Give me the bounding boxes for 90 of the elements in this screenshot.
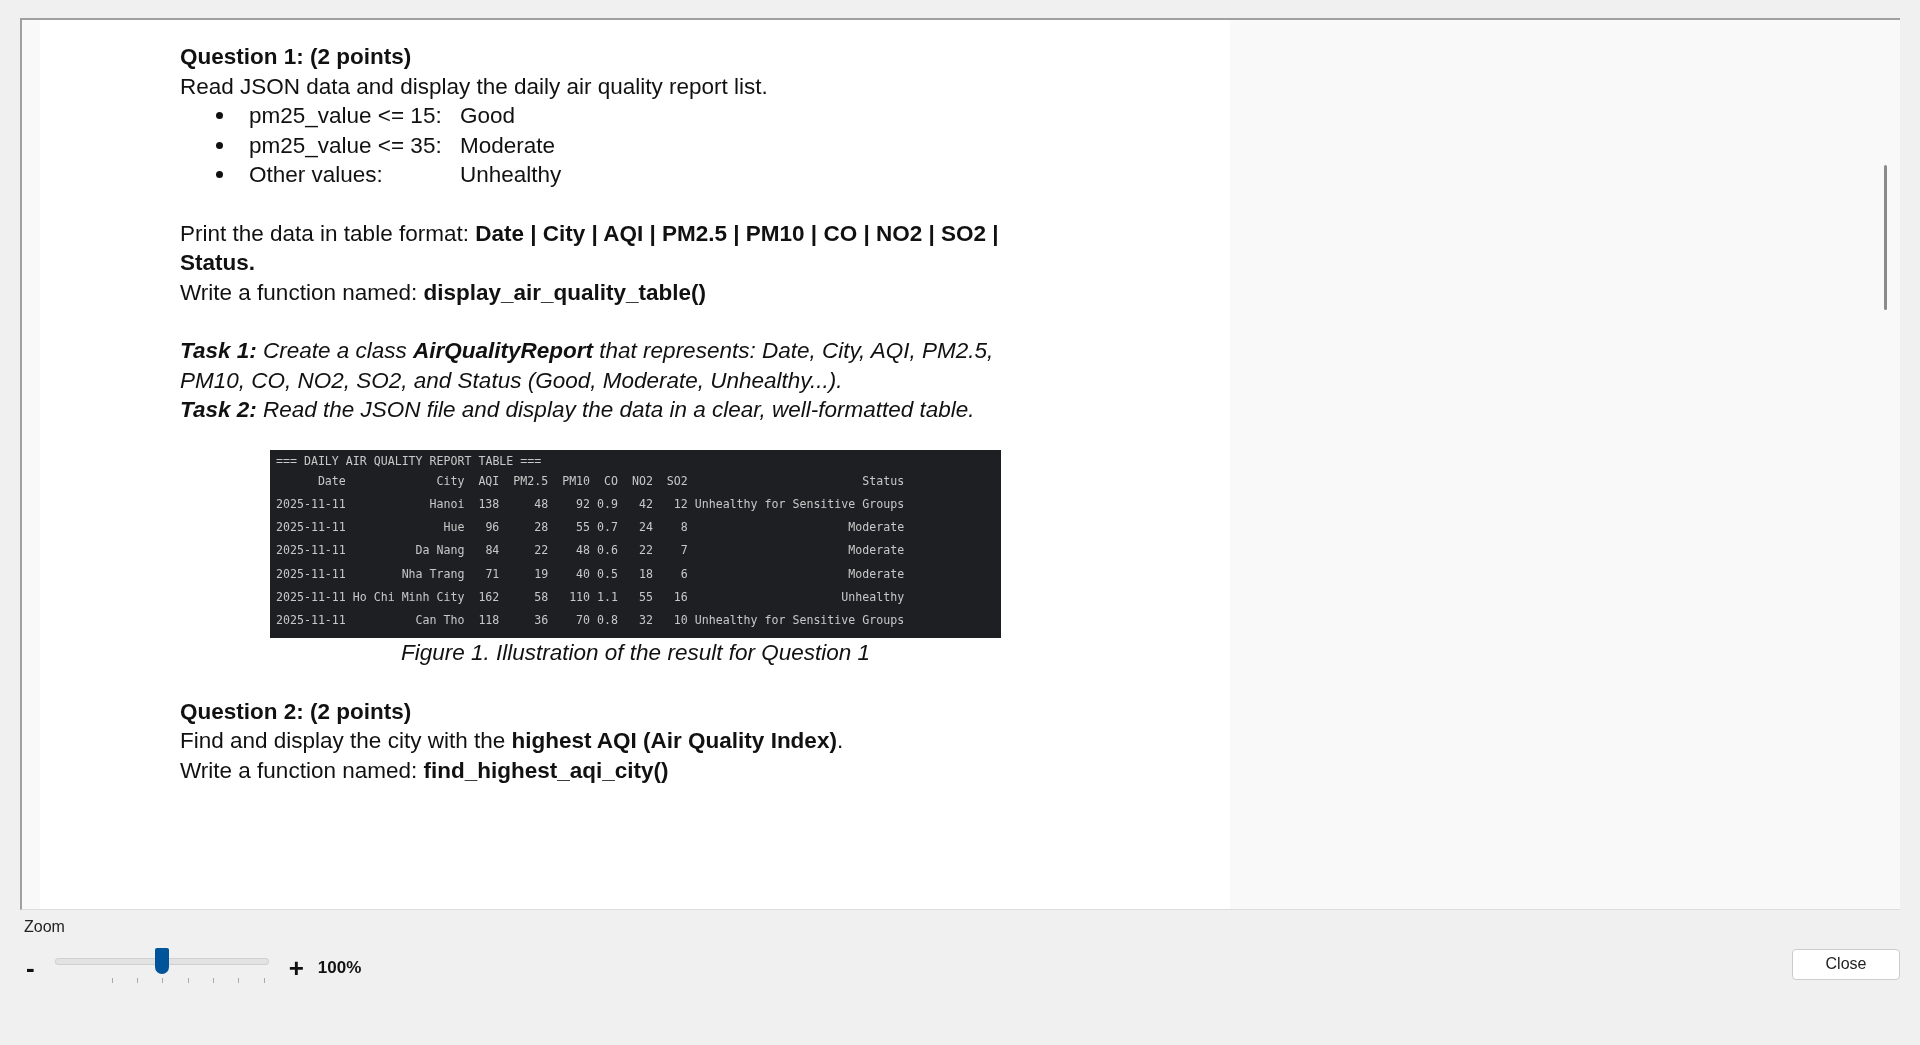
console-header: CO	[603, 472, 618, 490]
console-header: Status	[861, 472, 905, 490]
console-cell-text: 0.7	[596, 519, 618, 537]
console-cell-text: 84	[484, 542, 500, 560]
console-cell-text: 110	[568, 589, 591, 606]
console-cell-text: Moderate	[847, 565, 905, 583]
console-header: SO2	[665, 472, 688, 490]
console-cell-text: 162	[477, 589, 500, 606]
figure-caption: Figure 1. Illustration of the result for Question 1	[400, 638, 871, 667]
console-cell-text: Hue	[442, 519, 465, 537]
console-cell-text: 18	[637, 565, 653, 583]
console-cell-text: 7	[679, 542, 688, 560]
rule-result: Unhealthy	[460, 161, 562, 189]
console-header: PM2.5	[512, 472, 549, 490]
console-cell-text: 48	[575, 542, 591, 560]
console-cell-text: 55	[637, 589, 653, 606]
scrollbar-thumb[interactable]	[1884, 165, 1887, 310]
console-cell-text: Unhealthy for Sensitive Groups	[693, 495, 905, 513]
bullet-icon	[216, 112, 223, 120]
console-cell-text: 2025-11-11	[276, 495, 346, 513]
console-header: AQI	[477, 472, 500, 490]
console-cell-text: 138	[477, 495, 500, 513]
console-cell-text: Ho Chi Minh City	[351, 589, 465, 606]
console-cell-text: 28	[533, 519, 549, 537]
console-cell-text: Can Tho	[414, 612, 465, 630]
console-cell-text: 2025-11-11	[276, 612, 346, 630]
console-cell-text: 71	[484, 565, 500, 583]
console-cell-text: 22	[637, 542, 653, 560]
console-header: NO2	[630, 472, 653, 490]
console-cell-text: 12	[672, 495, 688, 513]
console-cell-text: 92	[575, 495, 591, 513]
close-button[interactable]: Close	[1792, 948, 1900, 980]
bullet-icon	[216, 171, 223, 179]
paragraph: Find and display the city with the highest AQI (Air Quality Index).	[180, 727, 845, 755]
console-cell-text: 2025-11-11	[276, 542, 346, 560]
slider-thumb[interactable]	[154, 948, 169, 974]
console-cell-text: 6	[679, 565, 688, 583]
console-cell-text: Unhealthy for Sensitive Groups	[693, 612, 905, 630]
console-cell-text: Da Nang	[414, 542, 465, 560]
console-cell-text: 0.6	[596, 542, 618, 560]
console-cell-text: 70	[575, 612, 591, 630]
rule-condition: pm25_value <= 15:	[249, 102, 443, 130]
console-cell-text: 0.5	[596, 565, 618, 583]
console-cell-text: 42	[637, 495, 653, 513]
console-header: PM10	[561, 472, 591, 490]
console-cell-text: 0.8	[596, 612, 618, 630]
console-title: === DAILY AIR QUALITY REPORT TABLE ===	[276, 452, 543, 470]
console-cell-text: 1.1	[596, 589, 618, 606]
rule-condition: Other values:	[249, 161, 384, 189]
console-cell-text: 19	[533, 565, 549, 583]
console-cell-text: 8	[679, 519, 688, 537]
console-cell-text: 22	[533, 542, 549, 560]
console-cell-text: 118	[477, 612, 500, 630]
console-cell-text: 2025-11-11	[276, 565, 346, 583]
question-title: Question 2: (2 points)	[180, 697, 413, 726]
bullet-icon	[216, 141, 223, 149]
question-title: Question 1: (2 points)	[180, 43, 413, 71]
rule-result: Moderate	[460, 131, 556, 160]
paragraph: Write a function named: display_air_quality_table()	[180, 278, 708, 307]
console-header: Date	[316, 472, 346, 490]
console-cell-text: 58	[533, 589, 549, 606]
task-text: Task 1: Create a class AirQualityReport that represents: Date, City, AQI, PM2.5, PM10, CO, NO2, SO2, and Status (Good, Moderate, Unhealthy...).	[180, 337, 995, 395]
zoom-out-button[interactable]: -	[22, 952, 39, 984]
paragraph: Print the data in table format: Date | City | AQI | PM2.5 | PM10 | CO | NO2 | SO2 | Status.	[180, 219, 1000, 277]
rule-condition: pm25_value <= 35:	[249, 131, 443, 160]
console-cell-text: 96	[484, 519, 500, 537]
console-cell-text: Moderate	[847, 542, 905, 560]
zoom-in-button[interactable]: +	[284, 952, 308, 984]
console-cell-text: 2025-11-11	[276, 519, 346, 537]
console-cell-text: 24	[637, 519, 653, 537]
console-cell-text: 55	[575, 519, 591, 537]
task-text: Task 2: Read the JSON file and display the data in a clear, well-formatted table.	[180, 396, 976, 424]
console-cell-text: 16	[672, 589, 688, 606]
console-cell-text: 40	[575, 565, 591, 583]
console-cell-text: Moderate	[847, 519, 905, 537]
console-cell-text: 32	[637, 612, 653, 630]
console-cell-text: Unhealthy	[840, 589, 905, 606]
console-cell-text: 36	[533, 612, 549, 630]
console-cell-text: Hanoi	[428, 495, 465, 513]
paragraph: Read JSON data and display the daily air quality report list.	[180, 72, 769, 101]
paragraph: Write a function named: find_highest_aqi_city()	[180, 756, 670, 785]
console-header: City	[435, 472, 465, 490]
rule-result: Good	[460, 102, 516, 130]
console-cell-text: 10	[672, 612, 688, 630]
console-cell-text: 48	[533, 495, 549, 513]
zoom-label: Zoom	[24, 918, 66, 937]
console-cell-text: Nha Trang	[400, 565, 465, 583]
console-cell-text: 0.9	[596, 495, 618, 513]
zoom-value: 100%	[317, 958, 362, 978]
console-cell-text: 2025-11-11	[276, 589, 346, 606]
